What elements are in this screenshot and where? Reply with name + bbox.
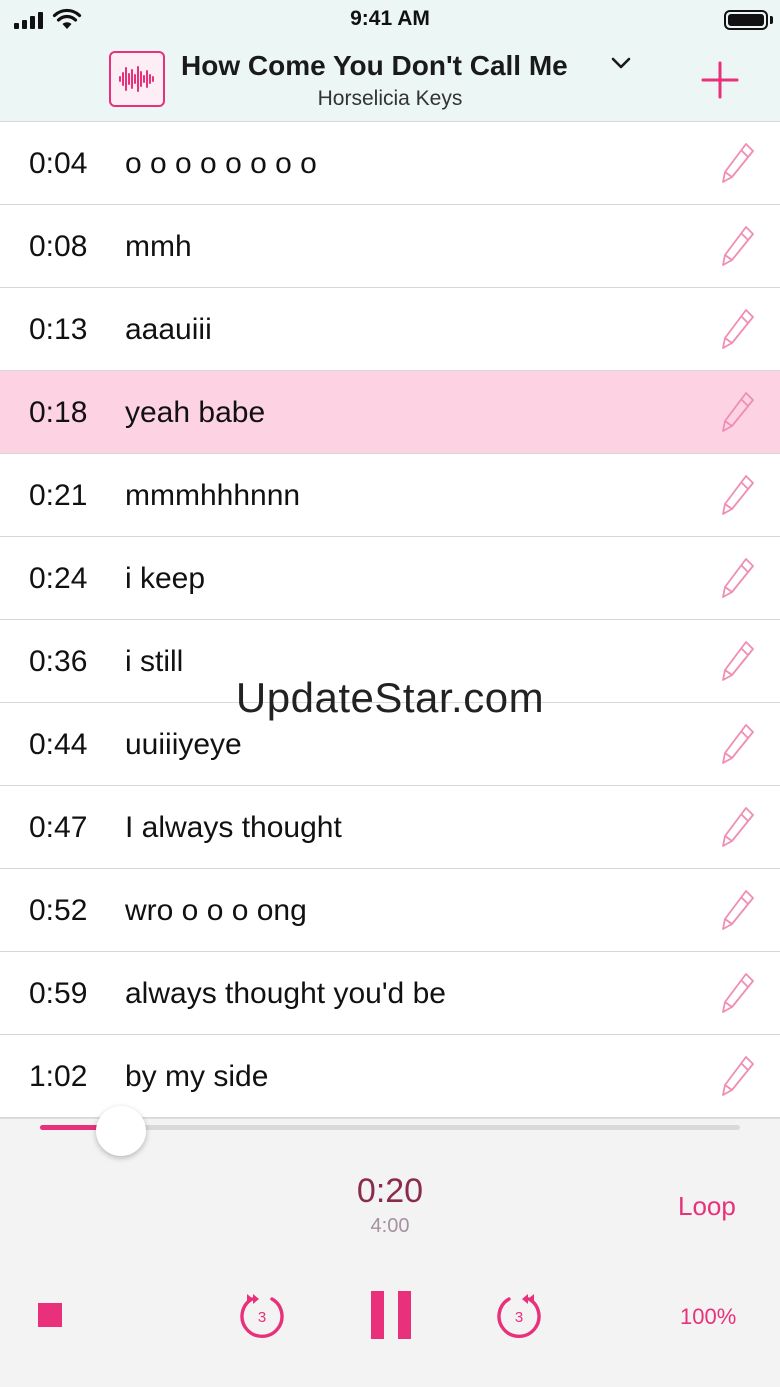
lyric-timestamp: 0:08 <box>29 230 88 263</box>
forward-button[interactable]: 3 <box>492 1289 546 1348</box>
lyric-text: by my side <box>125 1060 269 1093</box>
stop-button[interactable] <box>38 1303 62 1327</box>
lyric-timestamp: 0:13 <box>29 313 88 346</box>
lyric-row[interactable]: 0:52 wro o o o ong <box>0 869 780 952</box>
lyric-row[interactable]: 0:13 aaauiii <box>0 288 780 371</box>
chevron-down-icon[interactable] <box>610 56 632 70</box>
lyric-text: mmh <box>125 230 192 263</box>
lyric-timestamp: 0:24 <box>29 562 88 595</box>
pencil-icon[interactable] <box>720 971 756 1015</box>
lyric-row[interactable]: 0:24 i keep <box>0 537 780 620</box>
lyric-timestamp: 0:44 <box>29 728 88 761</box>
rewind-button[interactable]: 3 <box>235 1289 289 1348</box>
lyric-timestamp: 0:18 <box>29 396 88 429</box>
pencil-icon[interactable] <box>720 556 756 600</box>
lyric-timestamp: 1:02 <box>29 1060 88 1093</box>
total-time: 4:00 <box>370 1215 410 1237</box>
lyric-row[interactable]: 0:59 always thought you'd be <box>0 952 780 1035</box>
pencil-icon[interactable] <box>720 722 756 766</box>
progress-knob[interactable] <box>95 1106 146 1156</box>
status-time: 9:41 AM <box>350 7 430 30</box>
lyric-text: mmmhhhnnn <box>125 479 301 512</box>
playback-speed-button[interactable]: 100% <box>680 1304 736 1330</box>
song-header: How Come You Don't Call Me Horselicia Ke… <box>0 40 780 122</box>
lyric-text: i keep <box>125 562 206 595</box>
lyric-timestamp: 0:59 <box>29 977 88 1010</box>
status-bar: 9:41 AM <box>0 0 780 40</box>
lyric-text: o o o o o o o o <box>125 147 317 180</box>
pencil-icon[interactable] <box>720 473 756 517</box>
lyric-text: uuiiiyeye <box>125 728 242 761</box>
player-controls: 0:20 4:00 Loop 3 3 100% <box>0 1106 780 1387</box>
lyric-row[interactable]: 0:47 I always thought <box>0 786 780 869</box>
lyric-timestamp: 0:04 <box>29 147 88 180</box>
rewind-seconds: 3 <box>258 1309 266 1326</box>
loop-button[interactable]: Loop <box>678 1191 736 1222</box>
lyric-text: always thought you'd be <box>125 977 446 1010</box>
lyric-text: aaauiii <box>125 313 212 346</box>
forward-icon: 3 <box>497 1294 541 1338</box>
pause-button[interactable] <box>371 1291 411 1339</box>
song-artist: Horselicia Keys <box>317 87 463 110</box>
lyric-row[interactable]: 0:08 mmh <box>0 205 780 288</box>
lyric-text: I always thought <box>125 811 342 844</box>
lyric-row[interactable]: 0:21 mmmhhhnnn <box>0 454 780 537</box>
battery-icon <box>724 10 768 30</box>
progress-track[interactable] <box>40 1106 740 1156</box>
pencil-icon[interactable] <box>720 307 756 351</box>
pencil-icon[interactable] <box>720 224 756 268</box>
pencil-icon[interactable] <box>720 390 756 434</box>
lyric-row[interactable]: 0:18 yeah babe <box>0 371 780 454</box>
pencil-icon[interactable] <box>720 1054 756 1098</box>
lyric-row[interactable]: 0:04 o o o o o o o o <box>0 122 780 205</box>
lyric-text: yeah babe <box>125 396 266 429</box>
rewind-icon: 3 <box>240 1294 284 1338</box>
lyric-timestamp: 0:52 <box>29 894 88 927</box>
pencil-icon[interactable] <box>720 888 756 932</box>
watermark-text: UpdateStar.com <box>235 674 545 721</box>
song-title[interactable]: How Come You Don't Call Me <box>181 50 568 82</box>
current-time: 0:20 <box>356 1172 424 1210</box>
lyrics-list: 0:04 o o o o o o o o 0:08 mmh 0:13 aaauiii 0:1… <box>0 122 780 1118</box>
pencil-icon[interactable] <box>720 141 756 185</box>
lyric-timestamp: 0:47 <box>29 811 88 844</box>
forward-seconds: 3 <box>515 1309 523 1326</box>
lyric-text: wro o o o ong <box>125 894 307 927</box>
pencil-icon[interactable] <box>720 805 756 849</box>
add-button[interactable] <box>700 60 740 100</box>
lyric-timestamp: 0:21 <box>29 479 88 512</box>
